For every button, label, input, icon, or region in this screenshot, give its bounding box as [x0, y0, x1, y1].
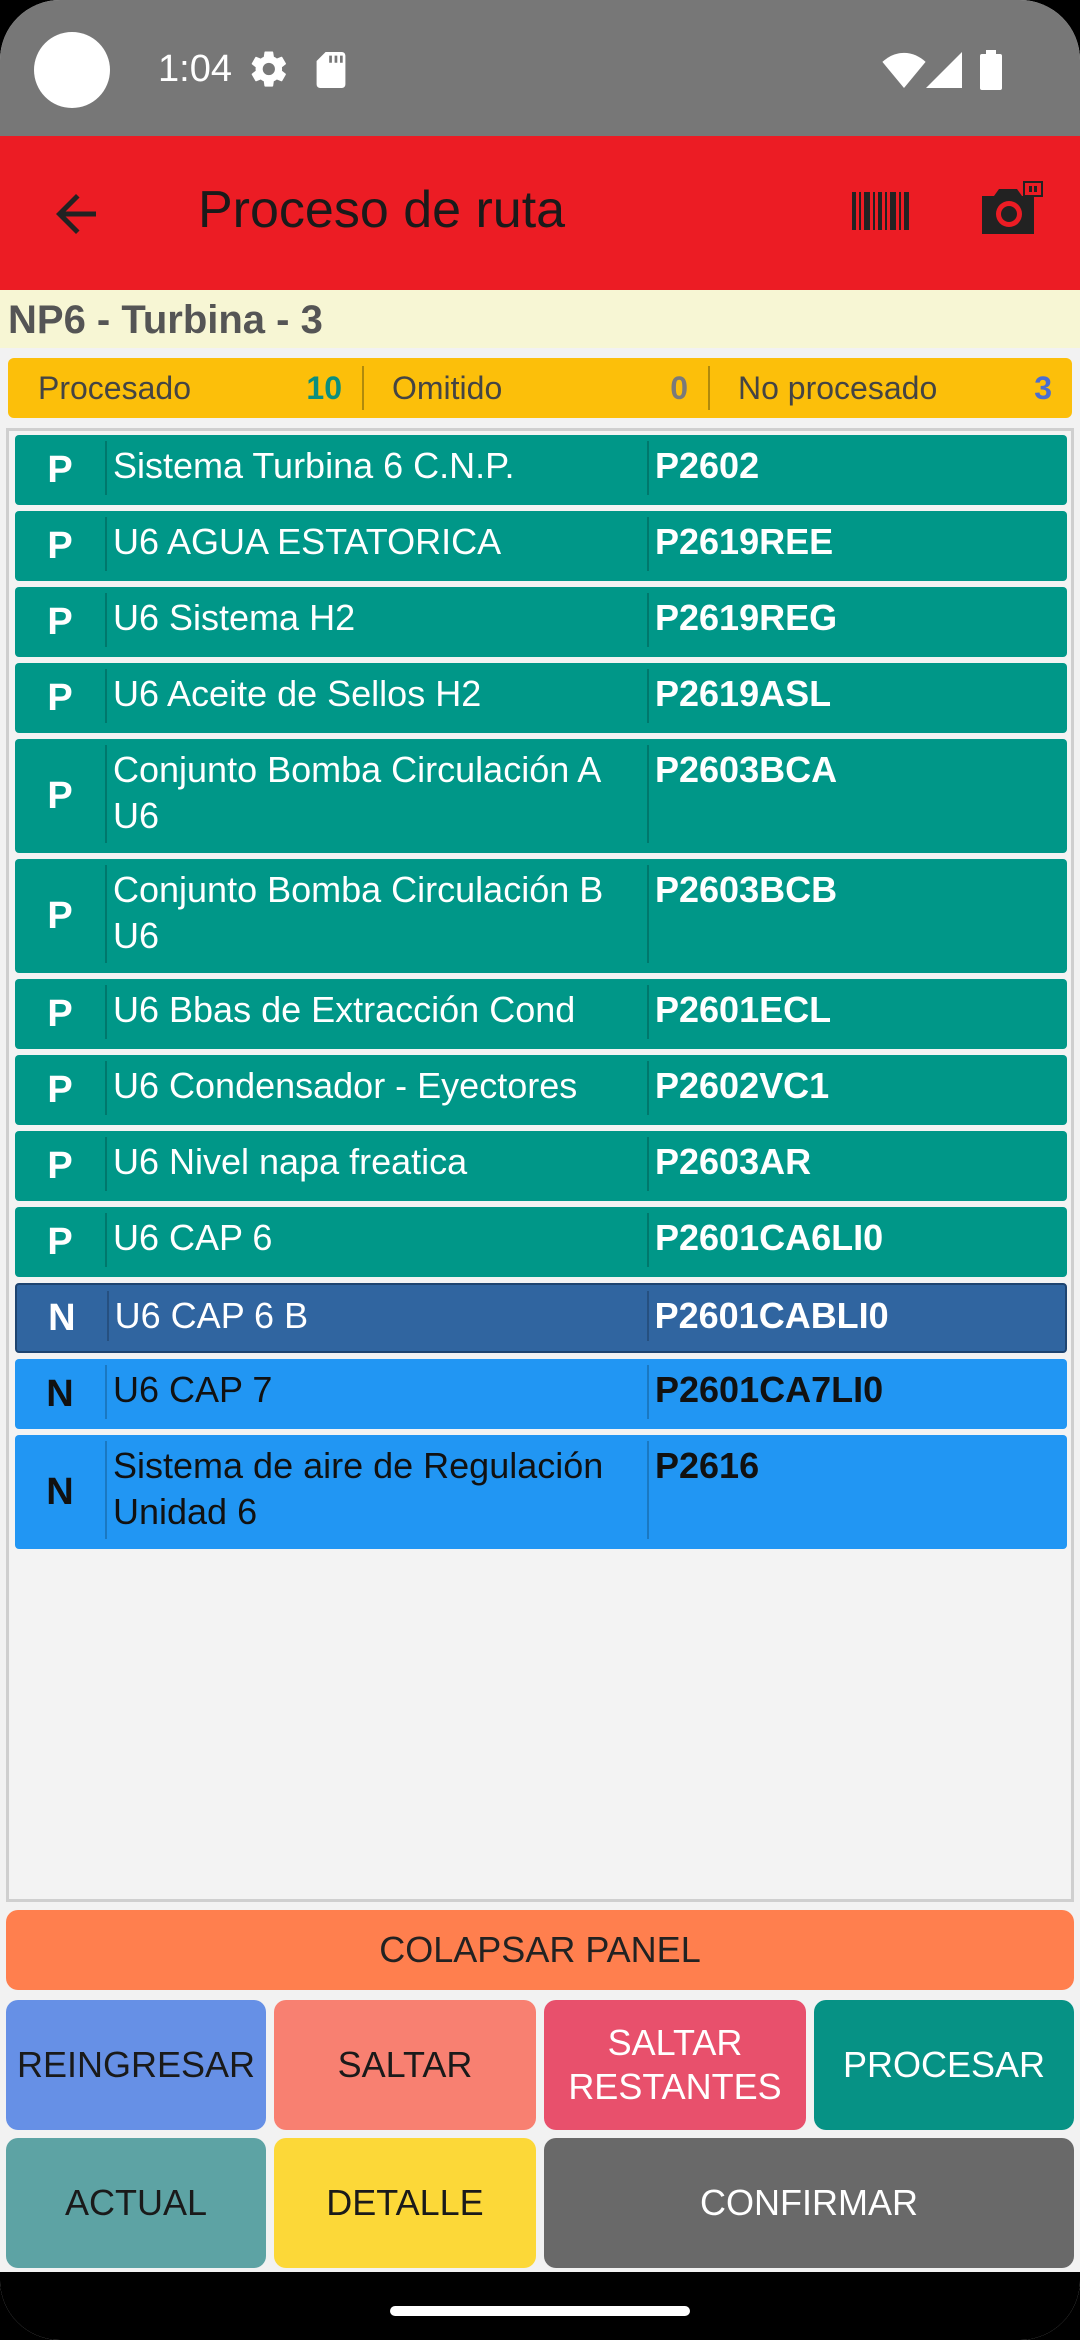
list-item-status: P	[47, 774, 73, 817]
list-item-status: P	[47, 894, 73, 937]
list-item-name: U6 Nivel napa freatica	[105, 1131, 647, 1201]
list-item-code: P2619REE	[647, 511, 1067, 581]
list-item-name: U6 Bbas de Extracción Cond	[105, 979, 647, 1049]
barcode-icon[interactable]	[852, 188, 910, 234]
summary-omitted-label: Omitido	[392, 369, 503, 406]
settings-icon	[251, 51, 286, 87]
list-item-status: N	[48, 1296, 76, 1339]
saltar-restantes-button[interactable]: SALTAR RESTANTES	[544, 2000, 806, 2130]
list-item-name: Conjunto Bomba Circulación B U6	[105, 859, 647, 973]
list-item-name: U6 CAP 6 B	[106, 1285, 647, 1351]
home-handle[interactable]	[390, 2306, 690, 2316]
summary-not-processed-label: No procesado	[738, 369, 938, 406]
summary-divider	[362, 366, 364, 410]
list-item[interactable]: N Sistema de aire de Regulación Unidad 6P…	[15, 1435, 1067, 1549]
summary-omitted: Omitido 0	[362, 358, 708, 418]
list-item-status: P	[47, 1220, 73, 1263]
battery-icon	[980, 50, 1002, 90]
list-item-code: P2619ASL	[647, 663, 1067, 733]
notification-dot-icon	[34, 32, 110, 108]
list-item-status: P	[47, 676, 73, 719]
summary-bar: Procesado 10 Omitido 0 No procesado 3	[8, 358, 1072, 418]
list-item[interactable]: P Conjunto Bomba Circulación A U6 P2603BCA	[15, 739, 1067, 853]
page-title: Proceso de ruta	[198, 181, 566, 239]
list-item-code: P2602	[647, 435, 1067, 505]
detalle-button[interactable]: DETALLE	[274, 2138, 536, 2268]
list-item-code: P2603BCB	[647, 859, 1067, 973]
list-item-status: P	[47, 448, 73, 491]
sd-card-icon	[316, 52, 346, 88]
summary-processed: Procesado 10	[8, 358, 362, 418]
list-item-status: P	[47, 600, 73, 643]
list-item-code: P2619REG	[647, 587, 1067, 657]
list-item-name: U6 Aceite de Sellos H2	[105, 663, 647, 733]
summary-not-processed-value: 3	[1034, 369, 1052, 406]
saltar-button[interactable]: SALTAR	[274, 2000, 536, 2130]
list-item-status: N	[46, 1372, 74, 1415]
list-item-name: U6 CAP 7	[105, 1359, 647, 1429]
confirmar-button[interactable]: CONFIRMAR	[544, 2138, 1074, 2268]
list-item[interactable]: P U6 Aceite de Sellos H2 P2619ASL	[15, 663, 1067, 733]
list-item-status: N	[46, 1470, 74, 1513]
list-item-name: Conjunto Bomba Circulación A U6	[105, 739, 647, 853]
collapse-panel-button[interactable]: COLAPSAR PANEL	[6, 1910, 1074, 1990]
list-item-code: P2603BCA	[647, 739, 1067, 853]
list-item-code: P2601CA7LI0	[647, 1359, 1067, 1429]
list-item-status: P	[47, 1144, 73, 1187]
list-item-name: Sistema Turbina 6 C.N.P.	[105, 435, 647, 505]
list-item[interactable]: N U6 CAP 7 P2601CA7LI0	[15, 1359, 1067, 1429]
signal-icon	[926, 52, 962, 88]
status-bar: 1:04	[0, 0, 1080, 136]
list-item-code: P2603AR	[647, 1131, 1067, 1201]
list-item-name: U6 AGUA ESTATORICA	[105, 511, 647, 581]
list-item[interactable]: P U6 Sistema H2 P2619REG	[15, 587, 1067, 657]
screen: 1:04 Proceso de ruta NP6 - Turbina - 3 P…	[0, 0, 1080, 2340]
list-item[interactable]: P U6 Bbas de Extracción Cond P2601ECL	[15, 979, 1067, 1049]
summary-divider	[708, 366, 710, 410]
list-item-name: U6 Sistema H2	[105, 587, 647, 657]
list-item[interactable]: P U6 CAP 6 P2601CA6LI0	[15, 1207, 1067, 1277]
list-item[interactable]: P Sistema Turbina 6 C.N.P. P2602	[15, 435, 1067, 505]
list-item-code: P2616	[647, 1435, 1067, 1549]
list-item[interactable]: P U6 Nivel napa freatica P2603AR	[15, 1131, 1067, 1201]
list-item-name: U6 Condensador - Eyectores	[105, 1055, 647, 1125]
list-item-code: P2602VC1	[647, 1055, 1067, 1125]
list-item-name: Sistema de aire de Regulación Unidad 6	[105, 1435, 647, 1549]
reingresar-button[interactable]: REINGRESAR	[6, 2000, 266, 2130]
navigation-bar	[0, 2272, 1080, 2340]
route-title: NP6 - Turbina - 3	[8, 298, 323, 342]
summary-omitted-value: 0	[670, 369, 688, 406]
camera-icon[interactable]	[978, 180, 1044, 240]
summary-not-processed: No procesado 3	[708, 358, 1072, 418]
app-bar: Proceso de ruta	[0, 136, 1080, 290]
list-item-code: P2601CABLI0	[646, 1285, 1065, 1351]
route-list: P Sistema Turbina 6 C.N.P. P2602 P U6 AGUA E…	[15, 435, 1067, 1555]
list-item-name: U6 CAP 6	[105, 1207, 647, 1277]
list-item-code: P2601CA6LI0	[647, 1207, 1067, 1277]
list-item-code: P2601ECL	[647, 979, 1067, 1049]
back-arrow-icon[interactable]	[46, 184, 106, 244]
procesar-button[interactable]: PROCESAR	[814, 2000, 1074, 2130]
list-item[interactable]: P U6 AGUA ESTATORICA P2619REE	[15, 511, 1067, 581]
route-list-frame: P Sistema Turbina 6 C.N.P. P2602 P U6 AGUA E…	[6, 428, 1074, 1902]
list-item[interactable]: P Conjunto Bomba Circulación B U6 P2603BCB	[15, 859, 1067, 973]
list-item[interactable]: N U6 CAP 6 B P2601CABLI0	[15, 1283, 1067, 1353]
summary-processed-value: 10	[306, 369, 342, 406]
actual-button[interactable]: ACTUAL	[6, 2138, 266, 2268]
list-item-status: P	[47, 524, 73, 567]
wifi-icon	[882, 52, 926, 88]
route-header: NP6 - Turbina - 3	[0, 290, 1080, 348]
status-time: 1:04	[158, 48, 232, 90]
list-item-status: P	[47, 1068, 73, 1111]
summary-processed-label: Procesado	[38, 369, 191, 406]
list-item[interactable]: P U6 Condensador - Eyectores P2602VC1	[15, 1055, 1067, 1125]
list-item-status: P	[47, 992, 73, 1035]
